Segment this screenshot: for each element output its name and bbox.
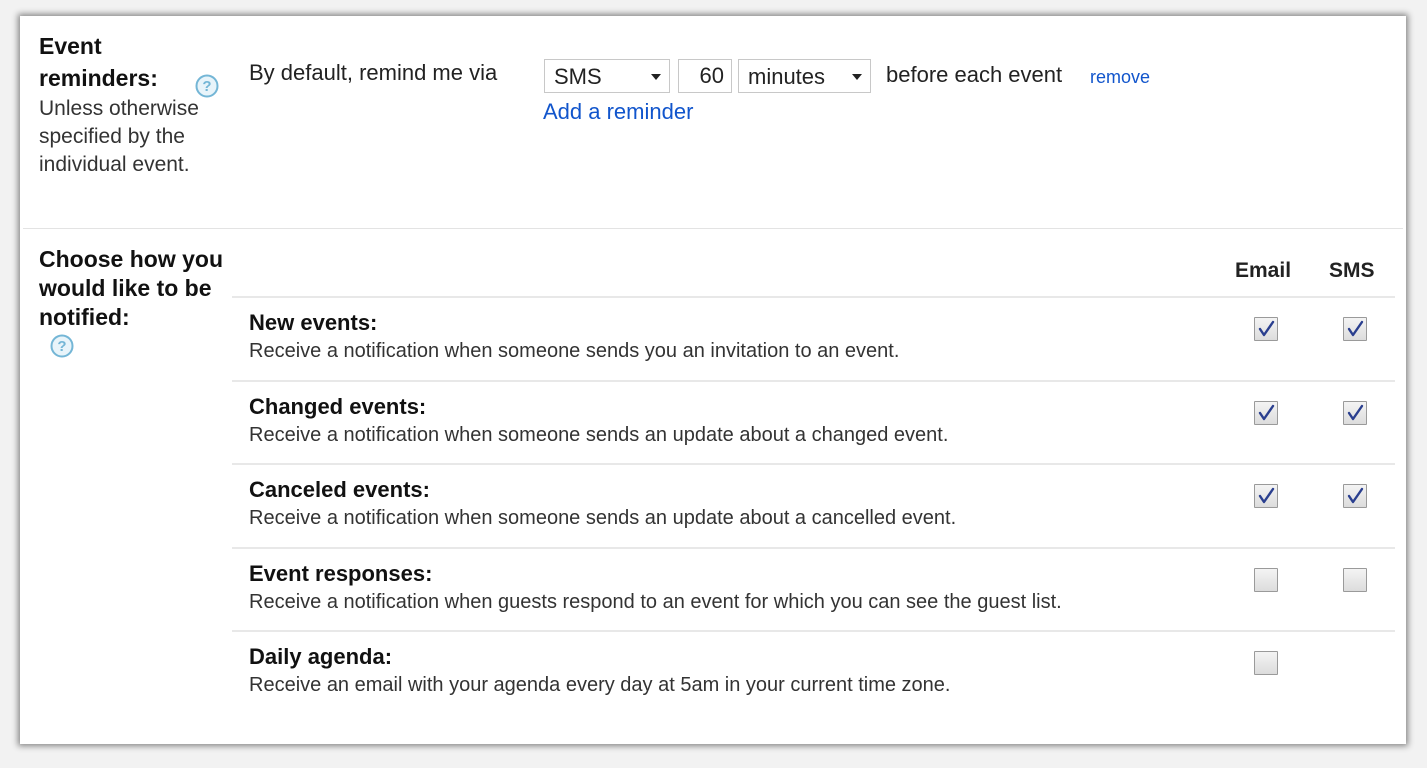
event-reminders-title: Event reminders: bbox=[39, 33, 158, 91]
chevron-down-icon bbox=[651, 74, 661, 80]
email-checkbox[interactable] bbox=[1254, 317, 1278, 341]
row-title: New events: bbox=[249, 310, 378, 335]
event-reminders-description: Unless otherwise specified by the indivi… bbox=[39, 97, 199, 176]
reminder-amount-input[interactable]: 60 bbox=[678, 59, 732, 93]
row-title: Daily agenda: bbox=[249, 644, 393, 669]
checkmark-icon bbox=[1347, 404, 1364, 421]
checkmark-icon bbox=[1258, 487, 1275, 504]
sms-checkbox[interactable] bbox=[1343, 401, 1367, 425]
event-reminders-section: Event reminders: ? Unless otherwise spec… bbox=[20, 16, 1406, 228]
notification-row-daily-agenda: Daily agenda: Receive an email with your… bbox=[232, 630, 1395, 714]
remove-reminder-link[interactable]: remove bbox=[1090, 67, 1150, 88]
section-divider bbox=[23, 228, 1403, 229]
column-header-email: Email bbox=[1235, 259, 1292, 282]
notifications-label: Choose how you would like to be notified… bbox=[39, 245, 229, 358]
reminder-unit-select[interactable]: minutes bbox=[738, 59, 871, 93]
row-description: Receive a notification when someone send… bbox=[249, 340, 900, 362]
reminder-trailing-text: before each event bbox=[886, 62, 1063, 87]
row-title: Event responses: bbox=[249, 561, 433, 586]
reminder-method-value: SMS bbox=[554, 64, 602, 89]
checkmark-icon bbox=[1258, 404, 1275, 421]
row-divider bbox=[232, 380, 1395, 382]
email-checkbox[interactable] bbox=[1254, 484, 1278, 508]
chevron-down-icon bbox=[852, 74, 862, 80]
checkmark-icon bbox=[1347, 320, 1364, 337]
reminder-method-select[interactable]: SMS bbox=[544, 59, 670, 93]
svg-text:?: ? bbox=[57, 338, 66, 355]
column-header-sms: SMS bbox=[1329, 259, 1375, 282]
row-divider bbox=[232, 630, 1395, 632]
add-reminder-link[interactable]: Add a reminder bbox=[543, 99, 693, 125]
svg-text:?: ? bbox=[202, 78, 211, 95]
checkmark-icon bbox=[1347, 487, 1364, 504]
row-description: Receive a notification when someone send… bbox=[249, 424, 949, 446]
email-checkbox[interactable] bbox=[1254, 401, 1278, 425]
event-reminders-label: Event reminders: ? Unless otherwise spec… bbox=[39, 30, 229, 179]
notifications-title: Choose how you would like to be notified… bbox=[39, 246, 223, 330]
notification-row-new-events: New events: Receive a notification when … bbox=[232, 296, 1395, 380]
notification-row-changed-events: Changed events: Receive a notification w… bbox=[232, 380, 1395, 464]
email-checkbox[interactable] bbox=[1254, 568, 1278, 592]
checkmark-icon bbox=[1258, 320, 1275, 337]
reminder-lead-text: By default, remind me via bbox=[249, 60, 498, 85]
row-title: Changed events: bbox=[249, 394, 427, 419]
notification-row-event-responses: Event responses: Receive a notification … bbox=[232, 547, 1395, 631]
sms-checkbox[interactable] bbox=[1343, 568, 1367, 592]
row-divider bbox=[232, 463, 1395, 465]
email-checkbox[interactable] bbox=[1254, 651, 1278, 675]
row-title: Canceled events: bbox=[249, 477, 430, 502]
row-description: Receive a notification when guests respo… bbox=[249, 591, 1062, 613]
settings-panel: Event reminders: ? Unless otherwise spec… bbox=[20, 16, 1406, 744]
help-icon[interactable]: ? bbox=[50, 334, 74, 358]
row-description: Receive an email with your agenda every … bbox=[249, 674, 951, 696]
row-description: Receive a notification when someone send… bbox=[249, 507, 957, 529]
row-divider bbox=[232, 547, 1395, 549]
help-icon[interactable]: ? bbox=[195, 74, 219, 98]
reminder-unit-value: minutes bbox=[748, 64, 826, 89]
row-divider bbox=[232, 296, 1395, 298]
sms-checkbox[interactable] bbox=[1343, 484, 1367, 508]
notification-row-canceled-events: Canceled events: Receive a notification … bbox=[232, 463, 1395, 547]
sms-checkbox[interactable] bbox=[1343, 317, 1367, 341]
